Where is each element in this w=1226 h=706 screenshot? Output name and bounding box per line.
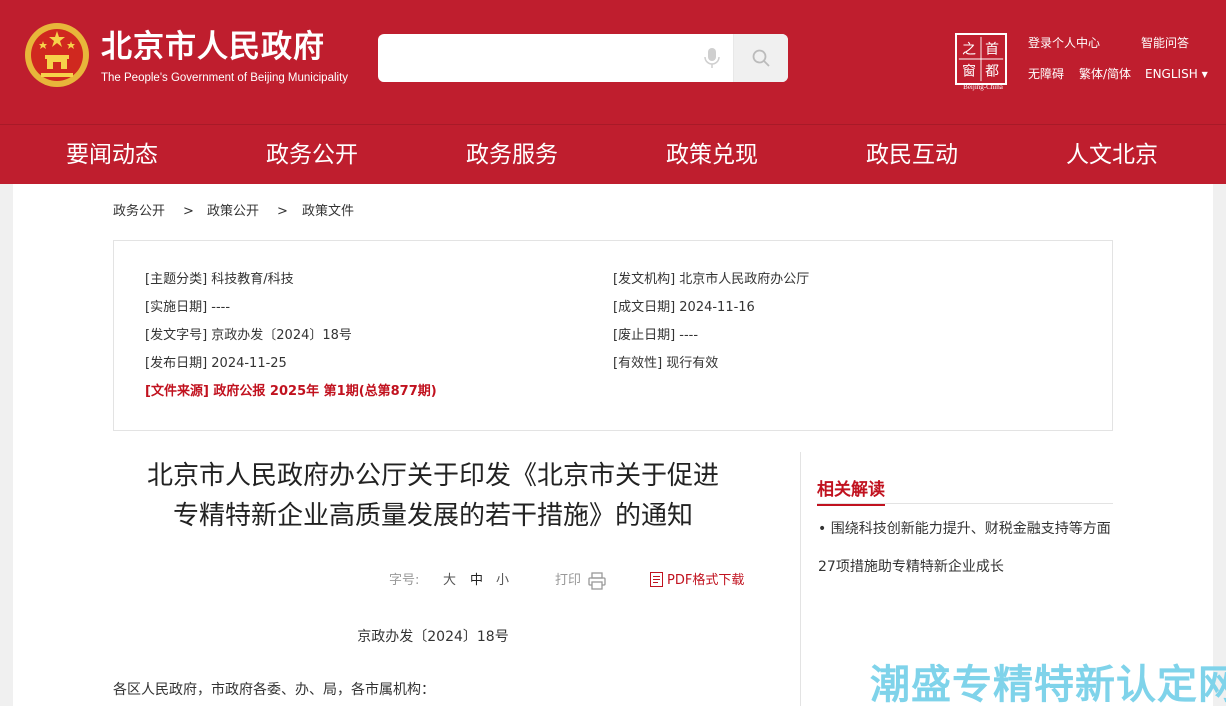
nav-item-news[interactable]: 要闻动态 <box>12 125 212 185</box>
related-reading-title: 相关解读 <box>817 479 885 506</box>
nav-item-policy-fulfillment[interactable]: 政策兑现 <box>612 125 812 185</box>
site-subtitle-en[interactable]: The People's Government of Beijing Munic… <box>101 72 348 84</box>
search-button[interactable] <box>733 34 788 82</box>
meta-topic: [主题分类] 科技教育/科技 <box>145 272 294 287</box>
nav-item-interaction[interactable]: 政民互动 <box>812 125 1012 185</box>
seal-caption: Beijing-China <box>963 83 1003 91</box>
seal-char-4: 窗 <box>962 63 976 80</box>
meta-publish-date: [发布日期] 2024-11-25 <box>145 356 287 371</box>
microphone-icon[interactable] <box>702 46 722 70</box>
document-title: 北京市人民政府办公厅关于印发《北京市关于促进 专精特新企业高质量发展的若干措施》… <box>113 456 753 536</box>
script-switch-link[interactable]: 繁体/简体 <box>1079 66 1131 82</box>
breadcrumb-item-gov-affairs-open[interactable]: 政务公开 <box>113 203 165 221</box>
meta-created-date: [成文日期] 2024-11-16 <box>613 300 755 315</box>
login-link[interactable]: 登录个人中心 <box>1028 35 1100 51</box>
search-icon <box>752 49 770 67</box>
accessibility-link[interactable]: 无障碍 <box>1028 66 1064 82</box>
font-size-large-button[interactable]: 大 <box>443 572 456 590</box>
meta-issuer: [发文机构] 北京市人民政府办公厅 <box>613 272 810 287</box>
site-title[interactable]: 北京市人民政府 <box>101 27 325 67</box>
seal-char-3: 之 <box>962 41 976 57</box>
breadcrumb-separator: > <box>183 204 194 219</box>
watermark-text: 潮盛专精特新认定网 <box>870 662 1226 706</box>
breadcrumb-separator: > <box>277 204 288 219</box>
document-title-line-1: 北京市人民政府办公厅关于印发《北京市关于促进 <box>146 461 719 491</box>
search-box <box>378 34 788 82</box>
meta-doc-number: [发文字号] 京政办发〔2024〕18号 <box>145 328 352 343</box>
nav-item-gov-affairs-open[interactable]: 政务公开 <box>212 125 412 185</box>
document-number: 京政办发〔2024〕18号 <box>357 629 509 645</box>
capital-window-seal-icon[interactable]: 首 都 之 窗 <box>955 33 1007 85</box>
breadcrumb-item-policy-docs[interactable]: 政策文件 <box>302 203 354 221</box>
font-size-label: 字号: <box>389 573 420 588</box>
nav-item-gov-services[interactable]: 政务服务 <box>412 125 612 185</box>
document-greeting: 各区人民政府，市政府各委、办、局，各市属机构： <box>113 682 435 698</box>
printer-icon[interactable] <box>588 572 606 590</box>
print-button[interactable]: 打印 <box>555 572 581 590</box>
column-divider <box>800 452 801 706</box>
chevron-down-icon: ▼ <box>1201 70 1208 79</box>
seal-char-1: 首 <box>985 41 999 57</box>
font-size-medium-button[interactable]: 中 <box>470 572 483 590</box>
english-link[interactable]: ENGLISH ▼ <box>1145 66 1208 83</box>
main-nav: 要闻动态 政务公开 政务服务 政策兑现 政民互动 人文北京 <box>0 124 1226 184</box>
pdf-download-link[interactable]: PDF格式下载 <box>650 572 744 590</box>
nav-item-culture-beijing[interactable]: 人文北京 <box>1012 125 1212 185</box>
document-title-line-2: 专精特新企业高质量发展的若干措施》的通知 <box>172 501 693 531</box>
font-size-small-button[interactable]: 小 <box>496 572 509 590</box>
pdf-icon <box>650 572 663 587</box>
meta-effective-date: [实施日期] ---- <box>145 300 231 315</box>
english-label: ENGLISH <box>1145 67 1198 81</box>
pdf-download-label: PDF格式下载 <box>667 573 745 588</box>
meta-source[interactable]: [文件来源] 政府公报 2025年 第1期(总第877期) <box>145 383 437 401</box>
meta-abolish-date: [废止日期] ---- <box>613 328 699 343</box>
smart-qa-link[interactable]: 智能问答 <box>1141 35 1189 51</box>
search-input[interactable] <box>388 42 688 74</box>
related-reading-item[interactable]: • 围绕科技创新能力提升、财税金融支持等方面 27项措施助专精特新企业成长 <box>818 510 1113 586</box>
meta-validity: [有效性] 现行有效 <box>613 356 719 371</box>
seal-char-2: 都 <box>985 64 999 80</box>
national-emblem-icon[interactable] <box>23 21 91 89</box>
breadcrumb-item-policy-open[interactable]: 政策公开 <box>207 203 259 221</box>
